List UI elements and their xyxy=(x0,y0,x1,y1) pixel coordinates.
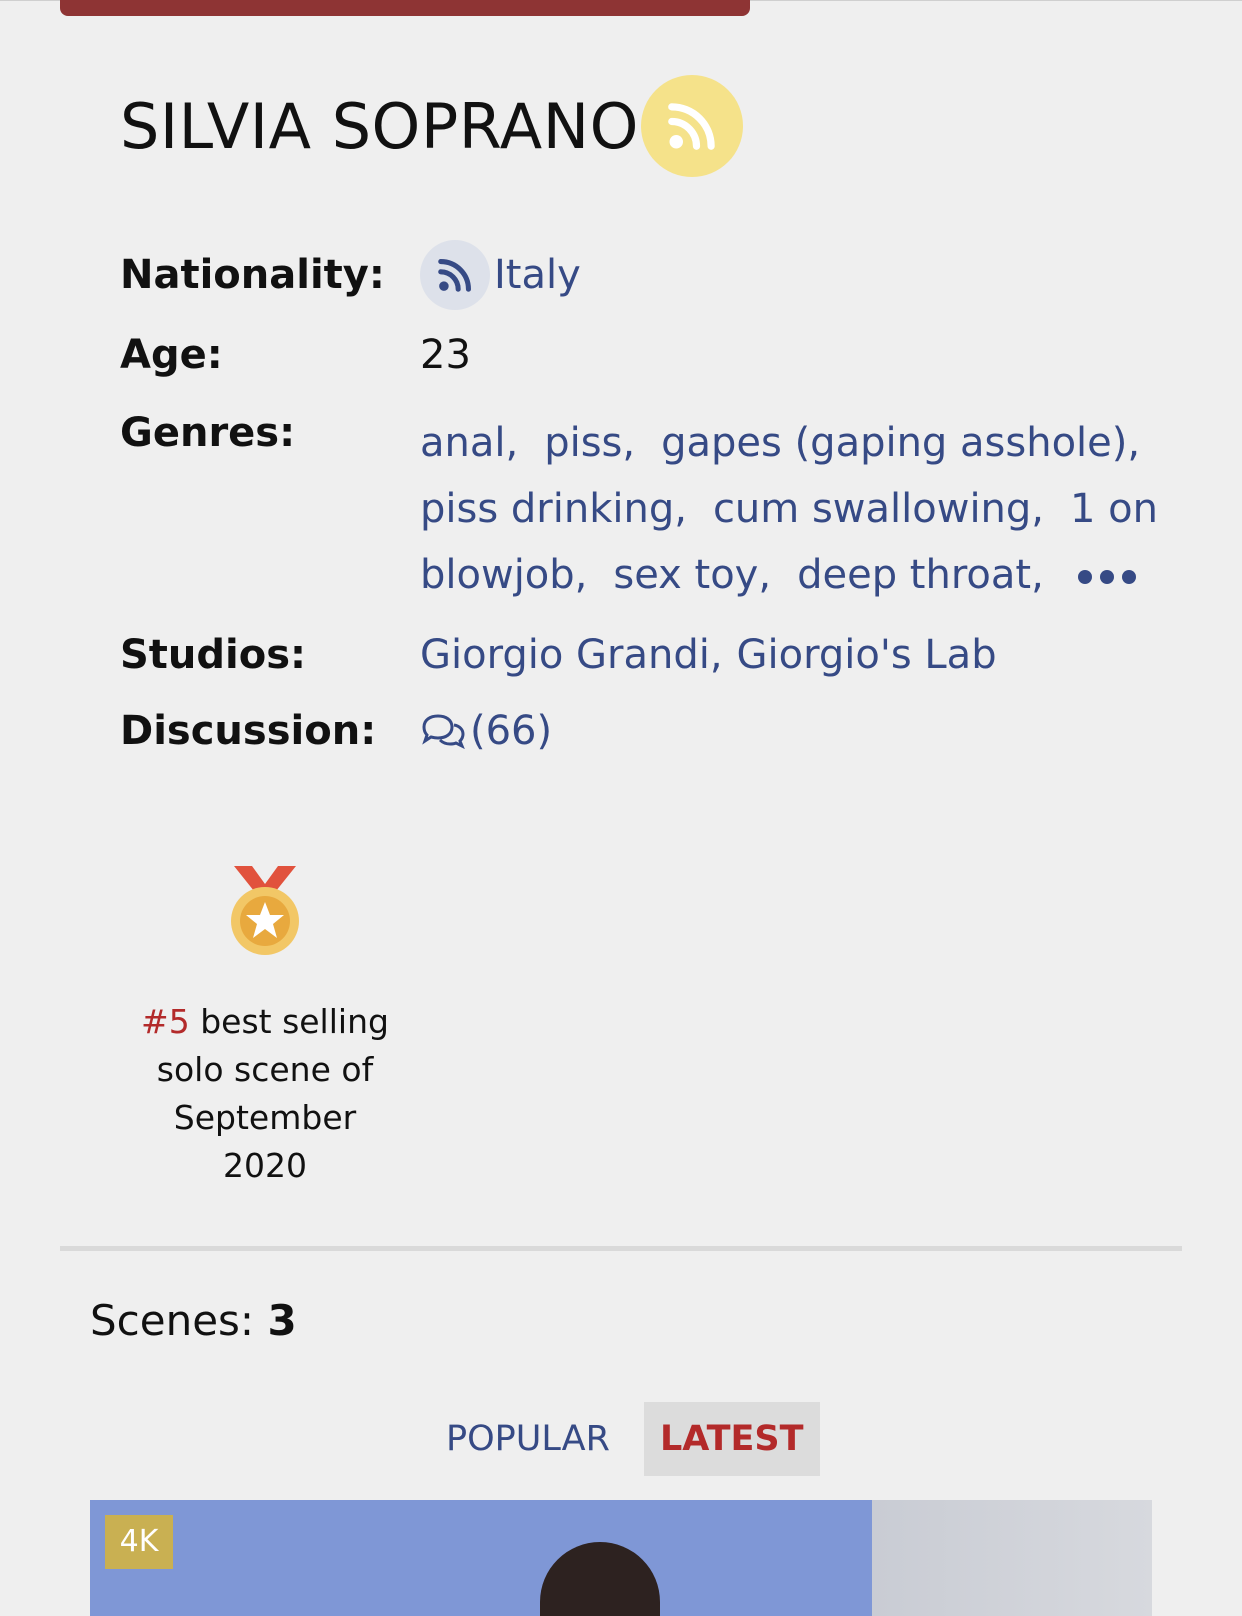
award-rank: #5 xyxy=(141,1002,190,1041)
section-divider xyxy=(60,1246,1182,1251)
rss-feed-button[interactable] xyxy=(640,75,743,177)
scenes-label: Scenes: xyxy=(90,1296,255,1345)
scenes-count: Scenes: 3 xyxy=(90,1296,297,1345)
scene-thumbnail[interactable]: 4K xyxy=(90,1500,1152,1616)
scene-sort-tabs: POPULAR LATEST xyxy=(430,1402,820,1476)
nationality-row: Nationality: Italy xyxy=(120,240,1180,310)
award-text: #5 best selling solo scene of September … xyxy=(130,998,400,1190)
nationality-link[interactable]: Italy xyxy=(494,252,581,298)
age-value: 23 xyxy=(420,332,471,378)
age-label: Age: xyxy=(120,332,223,378)
genre-link[interactable]: cum swallowing, xyxy=(713,486,1044,532)
studio-link[interactable]: Giorgio's Lab xyxy=(737,632,997,678)
genre-link[interactable]: blowjob, xyxy=(420,552,587,598)
thumbnail-figure xyxy=(540,1542,660,1616)
top-accent-bar xyxy=(60,0,750,16)
profile-info: Nationality: Italy Age: 23 Genres: anal,… xyxy=(120,240,1180,754)
discussion-label: Discussion: xyxy=(120,708,377,754)
page-title: SILVIA SOPRANO xyxy=(120,89,639,163)
discussion-count[interactable]: (66) xyxy=(470,708,552,754)
more-dots-icon[interactable] xyxy=(1077,570,1136,584)
genre-link[interactable]: piss, xyxy=(544,420,635,466)
rss-icon xyxy=(668,103,715,150)
genres-list: anal, piss, gapes (gaping asshole), piss d… xyxy=(420,410,1170,608)
comments-icon xyxy=(422,714,465,749)
studios-label: Studios: xyxy=(120,632,307,678)
award-line-3: September 2020 xyxy=(173,1098,357,1185)
title-row: SILVIA SOPRANO xyxy=(120,74,743,178)
genre-link[interactable]: piss drinking, xyxy=(420,486,687,532)
tab-popular[interactable]: POPULAR xyxy=(430,1402,626,1476)
thumbnail-background-curtain xyxy=(872,1500,1152,1616)
genre-link[interactable]: gapes (gaping asshole), xyxy=(661,420,1140,466)
discussion-link[interactable]: (66) xyxy=(420,708,552,754)
nationality-value[interactable]: Italy xyxy=(420,240,581,310)
studio-link[interactable]: Giorgio Grandi, xyxy=(420,632,723,678)
nationality-feed-button[interactable] xyxy=(420,240,490,310)
rss-icon xyxy=(438,259,471,292)
award-line-2: solo scene of xyxy=(156,1050,374,1089)
genre-link[interactable]: anal, xyxy=(420,420,518,466)
tab-latest[interactable]: LATEST xyxy=(643,1402,820,1476)
nationality-label: Nationality: xyxy=(120,252,385,298)
studios-list: Giorgio Grandi, Giorgio's Lab xyxy=(420,632,997,678)
genres-label: Genres: xyxy=(120,410,296,456)
genre-link[interactable]: sex toy, xyxy=(613,552,771,598)
genre-link[interactable]: 1 on 1, xyxy=(1070,486,1170,532)
award-badge: #5 best selling solo scene of September … xyxy=(130,866,400,1190)
quality-badge: 4K xyxy=(105,1515,173,1569)
medal-icon xyxy=(231,866,299,955)
award-line-1: best selling xyxy=(189,1002,389,1041)
genre-link[interactable]: deep throat, xyxy=(797,552,1044,598)
scenes-count-value: 3 xyxy=(267,1296,297,1345)
